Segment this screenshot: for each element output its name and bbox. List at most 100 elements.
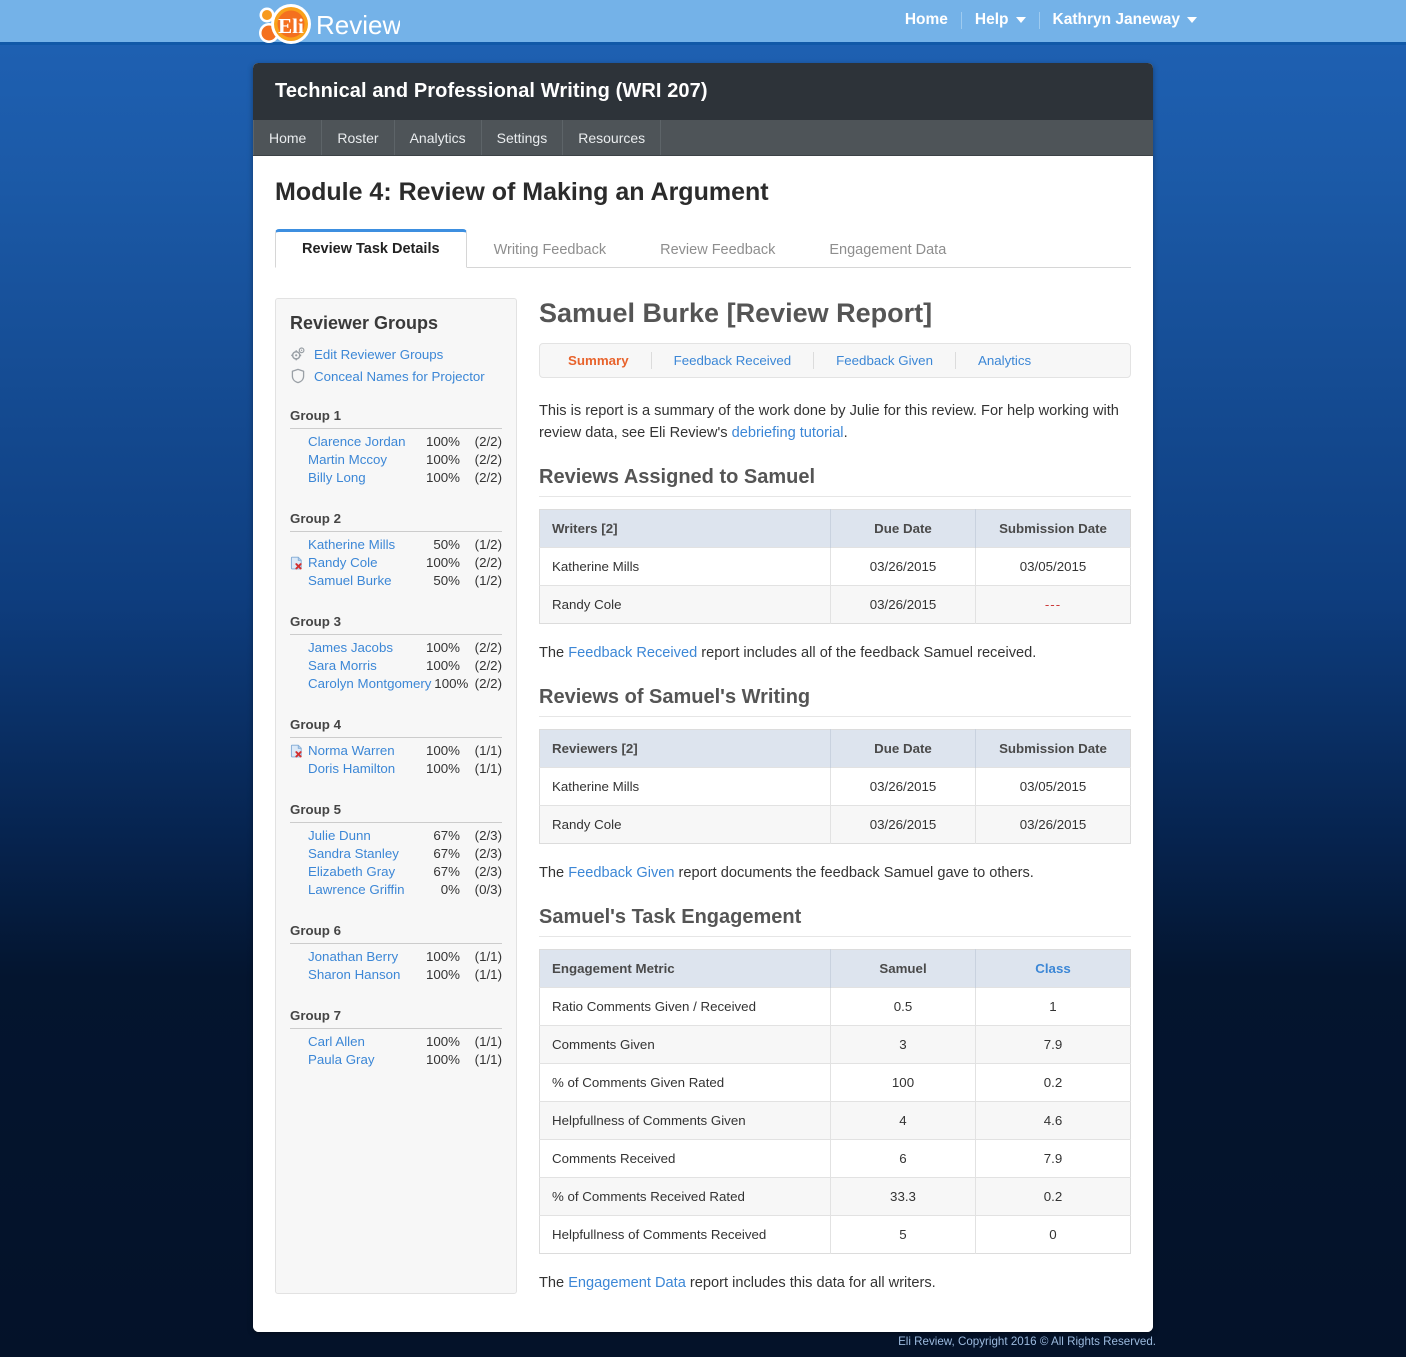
subtab-feedback-received[interactable]: Feedback Received xyxy=(652,344,814,377)
feedback-given-link[interactable]: Feedback Given xyxy=(568,865,674,881)
member-name-link[interactable]: Randy Cole xyxy=(308,554,414,572)
table-cell: 0.2 xyxy=(975,1177,1131,1216)
feedback-received-link[interactable]: Feedback Received xyxy=(568,645,697,661)
reviewer-group: Group 2 Katherine Mills 50% (1/2) Randy Cole… xyxy=(290,511,502,590)
nav-user-label: Kathryn Janeway xyxy=(1052,11,1181,28)
member-percent: 100% xyxy=(425,658,460,673)
member-name-link[interactable]: Doris Hamilton xyxy=(308,760,414,778)
col-writers: Writers [2] xyxy=(539,509,831,548)
member-fraction: (2/2) xyxy=(474,640,502,655)
course-nav-settings[interactable]: Settings xyxy=(482,120,564,155)
reviewer-group-member: Lawrence Griffin 0% (0/3) xyxy=(290,881,502,899)
member-name-link[interactable]: Julie Dunn xyxy=(308,827,414,845)
member-name-link[interactable]: Carl Allen xyxy=(308,1033,414,1051)
report-title: Samuel Burke [Review Report] xyxy=(539,298,933,328)
member-percent: 100% xyxy=(425,452,460,467)
eli-review-logo[interactable]: Eli Review xyxy=(250,2,401,46)
assigned-note-before: The xyxy=(539,645,569,661)
table-cell: % of Comments Received Rated xyxy=(539,1177,831,1216)
table-cell: 03/05/2015 xyxy=(975,547,1131,586)
conceal-names-link[interactable]: Conceal Names for Projector xyxy=(290,368,502,384)
reviewer-group: Group 5 Julie Dunn 67% (2/3) Sandra Stanley 6… xyxy=(290,802,502,899)
reviewer-group-member: Elizabeth Gray 67% (2/3) xyxy=(290,863,502,881)
member-percent: 100% xyxy=(425,434,460,449)
course-nav-roster[interactable]: Roster xyxy=(322,120,395,155)
course-nav-analytics[interactable]: Analytics xyxy=(395,120,482,155)
member-percent: 100% xyxy=(425,470,460,485)
table-cell: 6 xyxy=(830,1139,976,1178)
reviewer-group-name: Group 5 xyxy=(290,802,502,823)
member-fraction: (2/3) xyxy=(474,864,502,879)
member-name-link[interactable]: Martin Mccoy xyxy=(308,451,414,469)
engagement-heading: Samuel's Task Engagement xyxy=(539,906,1131,937)
reviews-of-writing-table: Reviewers [2] Due Date Submission Date K… xyxy=(539,729,1131,844)
reviewer-group-name: Group 6 xyxy=(290,923,502,944)
member-name-link[interactable]: Sharon Hanson xyxy=(308,966,414,984)
conceal-names-label: Conceal Names for Projector xyxy=(314,368,485,384)
member-fraction: (1/2) xyxy=(474,573,502,588)
col-due-date: Due Date xyxy=(830,729,976,768)
table-row: Randy Cole 03/26/2015 --- xyxy=(539,585,1131,624)
tab-review-task-details[interactable]: Review Task Details xyxy=(275,229,467,268)
col-class[interactable]: Class xyxy=(975,949,1131,988)
member-name-link[interactable]: Sara Morris xyxy=(308,657,414,675)
nav-user-menu[interactable]: Kathryn Janeway xyxy=(1040,11,1211,29)
edit-reviewer-groups-link[interactable]: Edit Reviewer Groups xyxy=(290,346,502,362)
tab-engagement-data[interactable]: Engagement Data xyxy=(802,230,973,268)
member-fraction: (1/1) xyxy=(474,949,502,964)
nav-home[interactable]: Home xyxy=(892,11,961,29)
table-cell: Randy Cole xyxy=(539,585,831,624)
reviewer-group-member: Paula Gray 100% (1/1) xyxy=(290,1051,502,1069)
subtab-feedback-given[interactable]: Feedback Given xyxy=(814,344,955,377)
tab-review-feedback[interactable]: Review Feedback xyxy=(633,230,802,268)
reviewer-group-member: Randy Cole 100% (2/2) xyxy=(290,554,502,572)
member-fraction: (1/1) xyxy=(474,761,502,776)
document-missing-icon xyxy=(290,556,304,570)
table-cell: 33.3 xyxy=(830,1177,976,1216)
table-cell: 0.5 xyxy=(830,987,976,1026)
table-cell: Katherine Mills xyxy=(539,547,831,586)
engagement-data-link[interactable]: Engagement Data xyxy=(568,1275,686,1291)
table-cell: 1 xyxy=(975,987,1131,1026)
table-row: Katherine Mills 03/26/2015 03/05/2015 xyxy=(539,547,1131,586)
member-name-link[interactable]: Katherine Mills xyxy=(308,536,414,554)
assigned-heading: Reviews Assigned to Samuel xyxy=(539,466,1131,497)
reviewer-group-member: Norma Warren 100% (1/1) xyxy=(290,742,502,760)
member-name-link[interactable]: Carolyn Montgomery xyxy=(308,675,431,693)
member-name-link[interactable]: Sandra Stanley xyxy=(308,845,414,863)
debriefing-tutorial-link[interactable]: debriefing tutorial xyxy=(732,425,844,441)
table-cell: % of Comments Given Rated xyxy=(539,1063,831,1102)
table-cell: --- xyxy=(975,585,1131,624)
tab-writing-feedback[interactable]: Writing Feedback xyxy=(467,230,634,268)
reviewer-group: Group 6 Jonathan Berry 100% (1/1) Sharon Han… xyxy=(290,923,502,984)
table-row: % of Comments Given Rated 100 0.2 xyxy=(539,1063,1131,1102)
table-row: % of Comments Received Rated 33.3 0.2 xyxy=(539,1177,1131,1216)
member-percent: 100% xyxy=(425,640,460,655)
nav-help[interactable]: Help xyxy=(962,11,1039,29)
footer: Eli Review, Copyright 2016 © All Rights … xyxy=(0,1326,1406,1357)
course-nav-home[interactable]: Home xyxy=(253,120,323,155)
member-name-link[interactable]: Elizabeth Gray xyxy=(308,863,414,881)
member-fraction: (1/1) xyxy=(474,743,502,758)
member-percent: 0% xyxy=(440,882,460,897)
table-cell: Comments Received xyxy=(539,1139,831,1178)
member-name-link[interactable]: Clarence Jordan xyxy=(308,433,414,451)
member-name-link[interactable]: Billy Long xyxy=(308,469,414,487)
course-nav-resources[interactable]: Resources xyxy=(563,120,662,155)
member-name-link[interactable]: Norma Warren xyxy=(308,742,414,760)
table-cell: Ratio Comments Given / Received xyxy=(539,987,831,1026)
subtab-summary[interactable]: Summary xyxy=(546,344,651,377)
member-fraction: (0/3) xyxy=(474,882,502,897)
member-name-link[interactable]: Samuel Burke xyxy=(308,572,414,590)
member-name-link[interactable]: James Jacobs xyxy=(308,639,414,657)
svg-text:Eli: Eli xyxy=(278,14,304,38)
member-name-link[interactable]: Jonathan Berry xyxy=(308,948,414,966)
subtab-analytics[interactable]: Analytics xyxy=(956,344,1053,377)
reviewer-group-name: Group 2 xyxy=(290,511,502,532)
sidebar-heading: Reviewer Groups xyxy=(290,313,439,333)
member-name-link[interactable]: Paula Gray xyxy=(308,1051,414,1069)
member-fraction: (2/2) xyxy=(474,452,502,467)
task-engagement-body: Ratio Comments Given / Received 0.5 1 Comme… xyxy=(539,987,1131,1254)
member-name-link[interactable]: Lawrence Griffin xyxy=(308,881,414,899)
engagement-note: The Engagement Data report includes this… xyxy=(539,1272,1131,1294)
